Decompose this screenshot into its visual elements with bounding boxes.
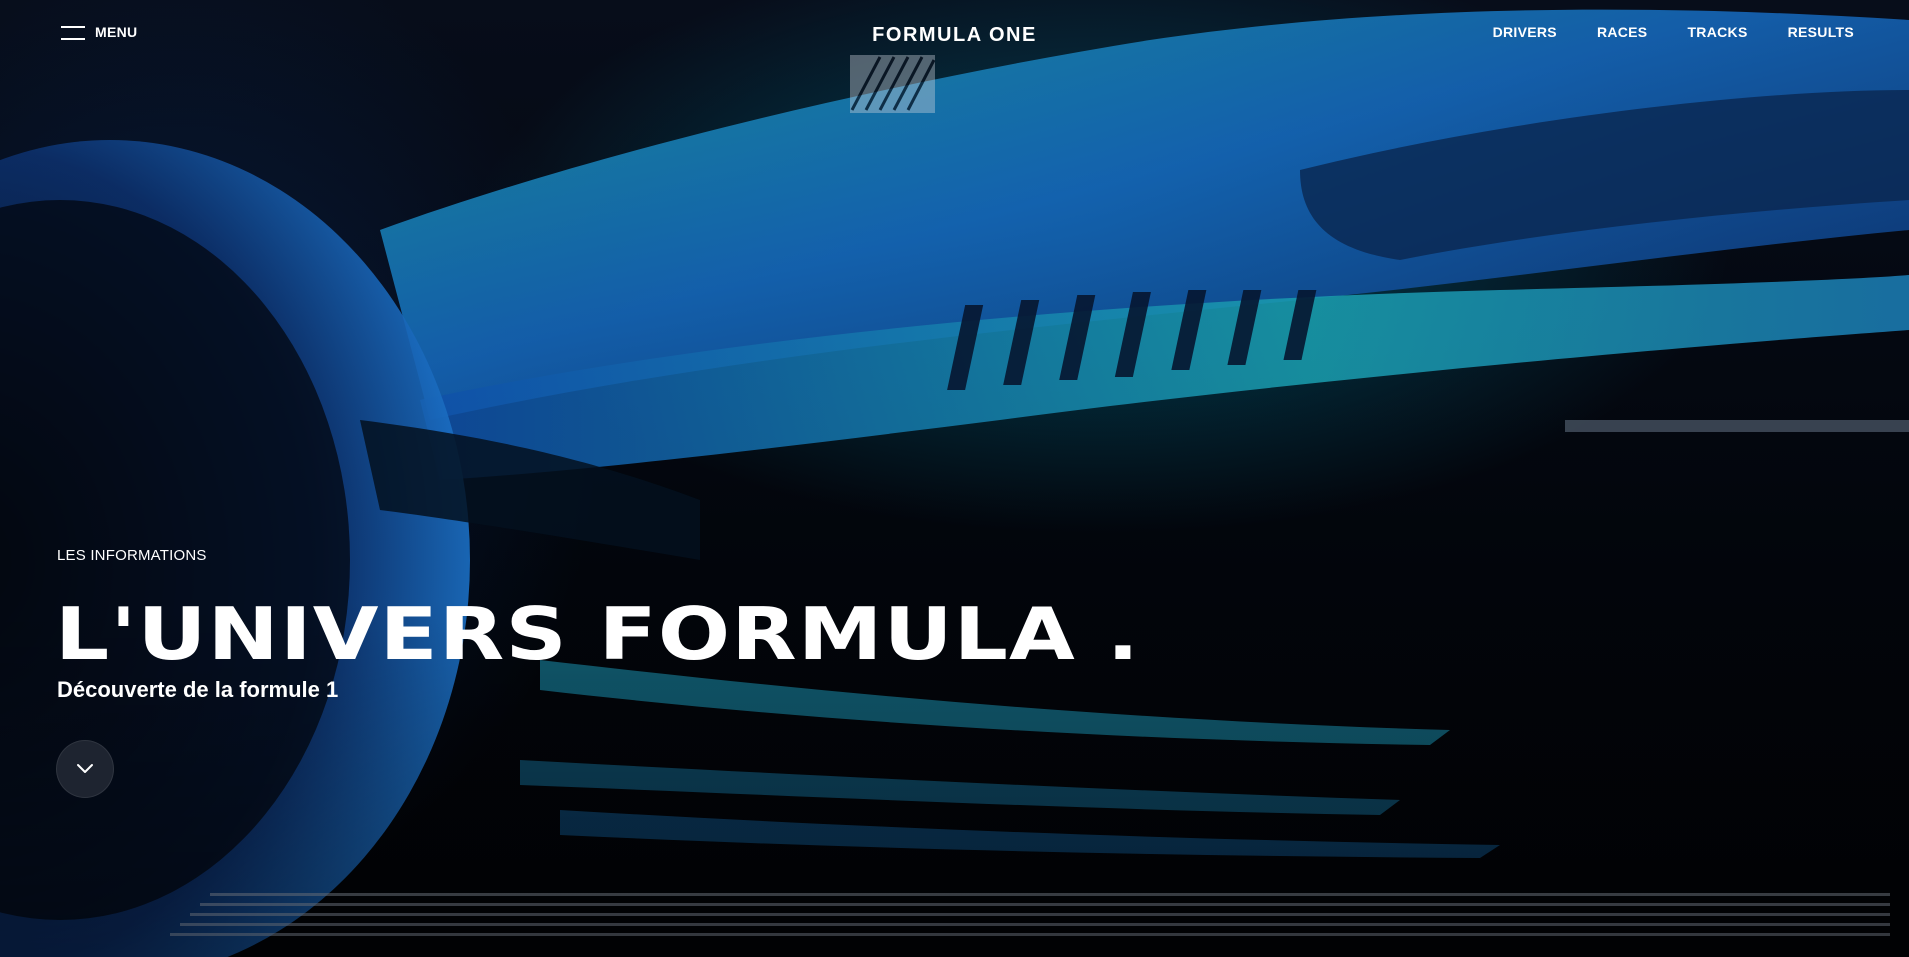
hero-kicker: LES INFORMATIONS [57,547,207,564]
scroll-down-button[interactable] [56,740,114,798]
hero-section: MENU FORMULA ONE DRIVERS RACES TRACKS RE… [0,0,1909,957]
nav-link-results[interactable]: RESULTS [1788,24,1854,40]
chevron-down-icon [77,764,93,773]
hero-background-image [0,9,1909,957]
main-nav: DRIVERS RACES TRACKS RESULTS [1493,24,1854,40]
hero-headline: L'UNIVERS FORMULA . [55,592,1141,676]
nav-link-drivers[interactable]: DRIVERS [1493,24,1557,40]
hero-subtitle: Découverte de la formule 1 [57,677,339,702]
nav-link-races[interactable]: RACES [1597,24,1648,40]
nav-link-tracks[interactable]: TRACKS [1687,24,1747,40]
